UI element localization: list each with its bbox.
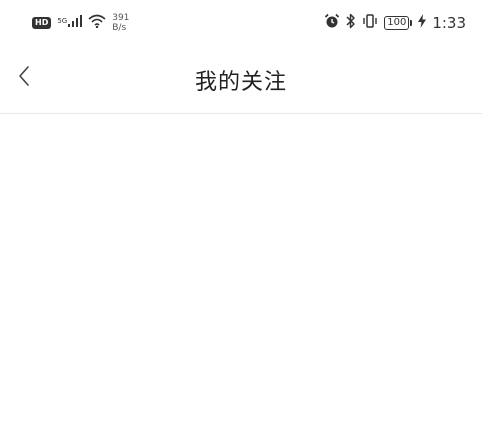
back-button[interactable]: [6, 58, 42, 98]
battery-level: 100: [384, 16, 410, 30]
vibrate-icon: [362, 14, 378, 32]
network-speed: 391 B/s: [112, 13, 129, 33]
network-speed-unit: B/s: [112, 23, 127, 33]
network-type-label: 5G: [57, 17, 68, 25]
status-bar-left: HD 5G 391 B/s: [32, 13, 129, 33]
bluetooth-icon: [346, 13, 356, 33]
cellular-signal: 5G: [57, 15, 83, 31]
alarm-icon: [324, 13, 340, 33]
status-time: 1:33: [432, 14, 466, 32]
wifi-icon: [88, 14, 106, 32]
navigation-bar: 我的关注: [0, 46, 482, 114]
content-area: [0, 115, 482, 428]
signal-bars-icon: [68, 15, 83, 31]
battery-indicator: 100: [384, 16, 413, 30]
hd-badge: HD: [32, 17, 52, 29]
chevron-left-icon: [17, 64, 31, 92]
network-speed-value: 391: [112, 13, 130, 23]
status-bar-right: 100 1:33: [324, 13, 466, 33]
charging-bolt-icon: [418, 14, 427, 32]
screen: HD 5G 391 B/s 100 1:33 我的关注: [0, 0, 482, 428]
page-title: 我的关注: [194, 69, 287, 95]
battery-tip: [410, 20, 413, 26]
status-bar: HD 5G 391 B/s 100 1:33: [0, 0, 482, 46]
